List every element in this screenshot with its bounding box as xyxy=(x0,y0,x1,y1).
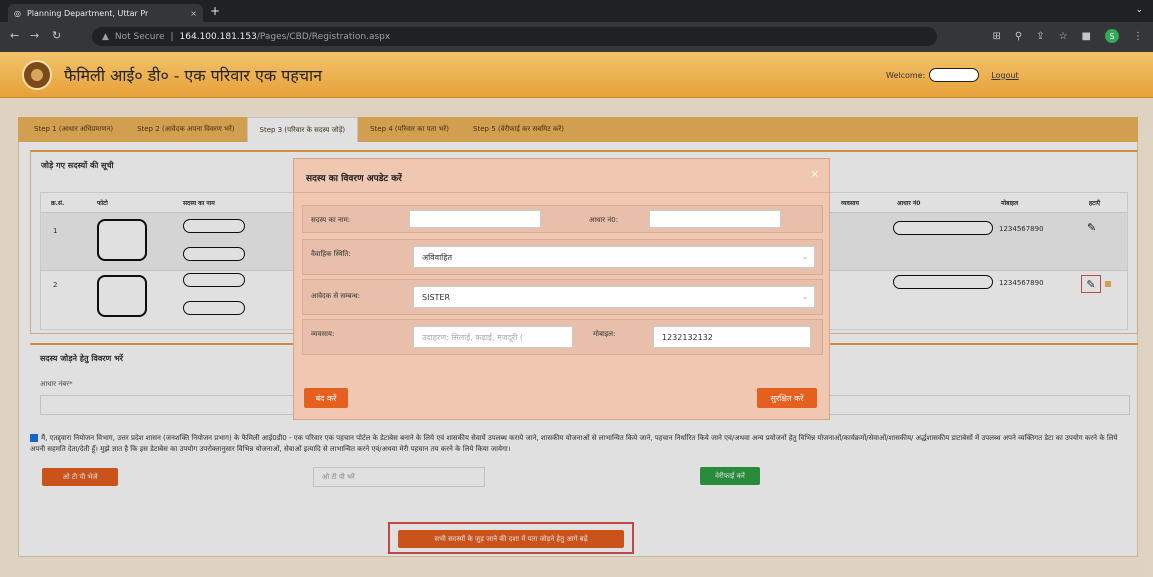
welcome-area: Welcome: Logout xyxy=(886,68,1019,82)
mobile-input[interactable]: 1232132132 xyxy=(653,326,811,348)
marital-label: वैवाहिक स्थिति: xyxy=(311,250,351,258)
url-bar[interactable]: ▲ Not Secure | 164.100.181.153/Pages/CBD… xyxy=(92,27,937,46)
translate-icon[interactable]: ⊞ xyxy=(992,31,1000,42)
url-path: /Pages/CBD/Registration.aspx xyxy=(256,31,391,42)
site-header: फैमिली आई० डी० - एक परिवार एक पहचान Welc… xyxy=(0,52,1153,98)
globe-icon: ◎ xyxy=(14,8,21,18)
marital-row: वैवाहिक स्थिति: अविवाहित ⌄ xyxy=(302,239,823,275)
reload-icon[interactable]: ↻ xyxy=(52,29,61,42)
new-tab-icon[interactable]: + xyxy=(210,4,220,18)
address-bar-row: ← → ↻ ▲ Not Secure | 164.100.181.153/Pag… xyxy=(0,22,1153,52)
relation-value: SISTER xyxy=(422,292,451,302)
tab-close-icon[interactable]: × xyxy=(190,9,197,18)
back-icon[interactable]: ← xyxy=(10,29,19,42)
name-label: सदस्य का नाम: xyxy=(311,216,351,224)
member-name-input[interactable] xyxy=(409,210,541,228)
site-title: फैमिली आई० डी० - एक परिवार एक पहचान xyxy=(64,66,323,85)
occupation-input[interactable]: उदाहरण: सिलाई, कढ़ाई, मजदूरी ( xyxy=(413,326,573,348)
name-aadhaar-row: सदस्य का नाम: आधार नं0: xyxy=(302,205,823,233)
chevron-down-icon: ⌄ xyxy=(802,293,808,301)
save-button[interactable]: सुरक्षित करें xyxy=(757,388,817,408)
share-icon[interactable]: ⇪ xyxy=(1036,31,1044,42)
username-redacted xyxy=(929,68,980,82)
welcome-label: Welcome: xyxy=(886,70,926,80)
chevron-down-icon[interactable]: ⌄ xyxy=(1135,5,1143,15)
relation-row: आवेदक से सम्बन्ध: SISTER ⌄ xyxy=(302,279,823,315)
sidepanel-icon[interactable]: ■ xyxy=(1082,31,1091,42)
occupation-label: व्यवसाय: xyxy=(311,330,335,338)
relation-label: आवेदक से सम्बन्ध: xyxy=(311,292,360,300)
browser-tab[interactable]: ◎ Planning Department, Uttar Pr × xyxy=(8,4,203,22)
close-icon[interactable]: × xyxy=(811,169,819,180)
forward-icon[interactable]: → xyxy=(30,29,39,42)
menu-kebab-icon[interactable]: ⋮ xyxy=(1133,31,1143,42)
emblem-logo xyxy=(22,60,52,90)
close-button[interactable]: बंद करें xyxy=(304,388,348,408)
modal-title: सदस्य का विवरण अपडेट करें xyxy=(306,174,402,184)
url-host: 164.100.181.153 xyxy=(179,31,257,42)
bookmark-star-icon[interactable]: ☆ xyxy=(1059,31,1068,42)
security-label: Not Secure xyxy=(114,31,165,42)
chevron-down-icon: ⌄ xyxy=(802,253,808,261)
zoom-icon[interactable]: ⚲ xyxy=(1015,31,1022,42)
browser-tabstrip: ◎ Planning Department, Uttar Pr × + ⌄ xyxy=(0,0,1153,22)
modal-header: सदस्य का विवरण अपडेट करें × xyxy=(294,159,829,193)
warning-icon: ▲ xyxy=(102,31,109,42)
relation-select[interactable]: SISTER ⌄ xyxy=(413,286,815,308)
aadhaar-no-input[interactable] xyxy=(649,210,781,228)
logout-link[interactable]: Logout xyxy=(991,71,1018,80)
mobile-label: मोबाइल: xyxy=(593,330,616,338)
tab-title: Planning Department, Uttar Pr xyxy=(26,8,149,18)
marital-value: अविवाहित xyxy=(422,252,453,262)
browser-actions: ⊞ ⚲ ⇪ ☆ ■ S ⋮ xyxy=(992,29,1143,43)
marital-select[interactable]: अविवाहित ⌄ xyxy=(413,246,815,268)
occupation-mobile-row: व्यवसाय: उदाहरण: सिलाई, कढ़ाई, मजदूरी ( … xyxy=(302,319,823,355)
update-member-modal: सदस्य का विवरण अपडेट करें × सदस्य का नाम… xyxy=(293,158,830,420)
profile-avatar[interactable]: S xyxy=(1105,29,1119,43)
aadhaar-no-label: आधार नं0: xyxy=(589,216,619,224)
